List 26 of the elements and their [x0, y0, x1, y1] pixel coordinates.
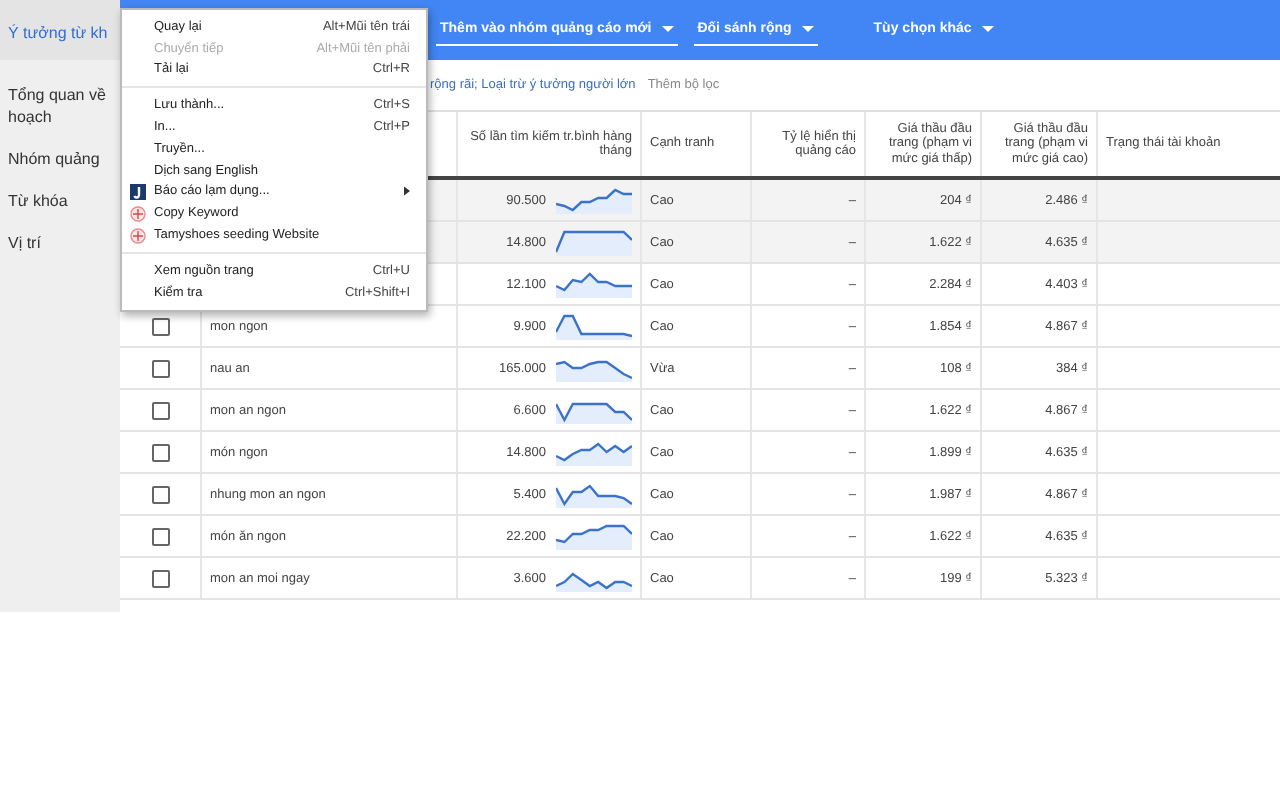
extension-icon — [130, 183, 146, 200]
keyword-ideas-tab[interactable]: Ý tưởng từ kh — [0, 0, 120, 60]
checkbox[interactable] — [151, 359, 169, 377]
checkbox[interactable] — [151, 569, 169, 587]
stamp-icon — [130, 205, 146, 222]
submenu-arrow-icon — [404, 186, 410, 197]
trend-sparkline — [556, 522, 632, 550]
caret-icon — [981, 25, 994, 31]
caret-icon — [661, 25, 674, 31]
sidebar-item[interactable]: Nhóm quảng — [0, 140, 120, 178]
trend-sparkline — [556, 186, 632, 214]
sidebar-item[interactable]: Vị trí — [0, 224, 120, 262]
caret-icon — [801, 25, 814, 31]
stamp-icon — [130, 227, 146, 244]
trend-sparkline — [556, 270, 632, 298]
sidebar-item[interactable]: Từ khóa — [0, 182, 120, 220]
checkbox[interactable] — [151, 317, 169, 335]
sidebar-item[interactable]: Tổng quan về hoạch — [0, 76, 120, 136]
trend-sparkline — [556, 228, 632, 256]
checkbox[interactable] — [151, 401, 169, 419]
checkbox[interactable] — [151, 485, 169, 503]
trend-sparkline — [556, 480, 632, 508]
trend-sparkline — [556, 438, 632, 466]
checkbox[interactable] — [151, 527, 169, 545]
checkbox[interactable] — [151, 443, 169, 461]
trend-sparkline — [556, 312, 632, 340]
